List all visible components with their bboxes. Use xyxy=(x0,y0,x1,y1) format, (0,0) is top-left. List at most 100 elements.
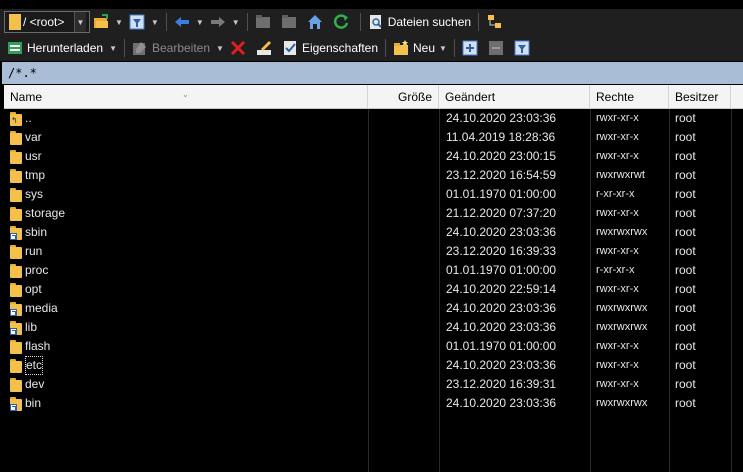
table-row[interactable]: media 24.10.2020 23:03:36 rwxrwxrwx root xyxy=(4,299,743,318)
column-owner-label: Besitzer xyxy=(675,90,719,104)
path-dropdown[interactable]: / <root> ▼ xyxy=(4,11,90,33)
open-folder-button[interactable]: ▼ xyxy=(90,11,126,33)
rights-cell: rwxr-xr-x xyxy=(596,245,639,257)
download-button[interactable]: Herunterladen ▼ xyxy=(4,37,120,59)
select-button[interactable] xyxy=(459,37,485,59)
sort-indicator-icon: ⌄ xyxy=(182,90,189,99)
column-changed[interactable]: Geändert xyxy=(439,85,590,109)
table-row[interactable]: sbin 24.10.2020 23:03:36 rwxrwxrwx root xyxy=(4,223,743,242)
modified-cell: 24.10.2020 23:03:36 xyxy=(446,358,557,372)
rights-cell: rwxr-xr-x xyxy=(596,378,639,390)
new-label: Neu xyxy=(413,41,436,55)
table-row[interactable]: run 23.12.2020 16:39:33 rwxr-xr-x root xyxy=(4,242,743,261)
rights-cell: rwxr-xr-x xyxy=(596,340,639,352)
table-row[interactable]: flash 01.01.1970 01:00:00 rwxr-xr-x root xyxy=(4,337,743,356)
name-cell: opt xyxy=(10,280,42,299)
chevron-down-icon[interactable]: ▼ xyxy=(196,18,204,27)
chevron-down-icon[interactable]: ▼ xyxy=(109,44,117,53)
modified-cell: 24.10.2020 22:59:14 xyxy=(446,282,557,296)
rights-cell: rwxr-xr-x xyxy=(596,207,639,219)
folder-icon xyxy=(8,14,21,30)
unselect-button[interactable] xyxy=(485,37,511,59)
name-cell: lib xyxy=(10,318,37,337)
tree-view-button[interactable] xyxy=(483,11,509,33)
table-row[interactable]: storage 21.12.2020 07:37:20 rwxr-xr-x root xyxy=(4,204,743,223)
table-row[interactable]: proc 01.01.1970 01:00:00 r-xr-xr-x root xyxy=(4,261,743,280)
open-folder-icon xyxy=(93,14,109,30)
name-cell: storage xyxy=(10,204,65,223)
tree-view-icon xyxy=(486,14,502,30)
file-name: dev xyxy=(25,377,45,391)
modified-cell: 01.01.1970 01:00:00 xyxy=(446,339,557,353)
toolbar-separator xyxy=(385,39,387,57)
home-button[interactable] xyxy=(304,11,330,33)
folder-icon xyxy=(10,206,22,221)
folder-icon xyxy=(10,339,22,354)
table-row[interactable]: opt 24.10.2020 22:59:14 rwxr-xr-x root xyxy=(4,280,743,299)
modified-cell: 24.10.2020 23:03:36 xyxy=(446,320,557,334)
filter-button[interactable]: ▼ xyxy=(126,11,162,33)
file-list[interactable]: Name ⌄ Größe Geändert Rechte Besitzer ↰.… xyxy=(4,85,743,472)
delete-button[interactable] xyxy=(227,37,253,59)
modified-cell: 23.12.2020 16:39:33 xyxy=(446,244,557,258)
table-row[interactable]: tmp 23.12.2020 16:54:59 rwxrwxrwt root xyxy=(4,166,743,185)
column-changed-label: Geändert xyxy=(445,90,496,104)
parent-folder-icon xyxy=(255,14,271,30)
chevron-down-icon[interactable]: ▼ xyxy=(115,18,123,27)
chevron-down-icon[interactable]: ▼ xyxy=(151,18,159,27)
table-row[interactable]: lib 24.10.2020 23:03:36 rwxrwxrwx root xyxy=(4,318,743,337)
file-name: usr xyxy=(25,149,42,163)
chevron-down-icon[interactable]: ▼ xyxy=(216,44,224,53)
owner-cell: root xyxy=(675,339,696,353)
filter-mask-bar[interactable]: /*.* xyxy=(2,62,743,84)
column-rights-label: Rechte xyxy=(596,90,635,104)
file-name: .. xyxy=(25,111,32,125)
refresh-button[interactable] xyxy=(330,11,356,33)
toolbar-separator xyxy=(246,13,248,31)
table-row[interactable]: dev 23.12.2020 16:39:31 rwxr-xr-x root xyxy=(4,375,743,394)
owner-cell: root xyxy=(675,358,696,372)
owner-cell: root xyxy=(675,377,696,391)
folder-link-icon xyxy=(10,225,22,240)
modified-cell: 24.10.2020 23:03:36 xyxy=(446,396,557,410)
modified-cell: 21.12.2020 07:37:20 xyxy=(446,206,557,220)
modified-cell: 24.10.2020 23:03:36 xyxy=(446,301,557,315)
download-icon xyxy=(7,40,23,56)
name-cell: sys xyxy=(10,185,43,204)
parent-directory-button[interactable] xyxy=(252,11,278,33)
parent-folder-icon: ↰ xyxy=(10,111,22,126)
column-owner[interactable]: Besitzer xyxy=(669,85,731,109)
find-files-label: Dateien suchen xyxy=(387,15,472,29)
minus-icon xyxy=(488,40,504,56)
new-button[interactable]: Neu ▼ xyxy=(390,37,450,59)
table-row[interactable]: bin 24.10.2020 23:03:36 rwxrwxrwx root xyxy=(4,394,743,413)
toolbar-separator xyxy=(453,39,455,57)
column-size[interactable]: Größe xyxy=(368,85,439,109)
back-button[interactable]: ▼ xyxy=(171,11,207,33)
chevron-down-icon[interactable]: ▼ xyxy=(232,18,240,27)
properties-button[interactable]: Eigenschaften xyxy=(279,37,381,59)
rights-cell: rwxr-xr-x xyxy=(596,359,639,371)
edit-button[interactable]: Bearbeiten ▼ xyxy=(129,37,227,59)
table-row[interactable]: ↰.. 24.10.2020 23:03:36 rwxr-xr-x root xyxy=(4,109,743,128)
properties-label: Eigenschaften xyxy=(301,41,379,55)
file-name: etc xyxy=(25,356,44,375)
invert-selection-button[interactable] xyxy=(511,37,537,59)
rename-button[interactable] xyxy=(253,37,279,59)
modified-cell: 23.12.2020 16:39:31 xyxy=(446,377,557,391)
forward-button[interactable]: ▼ xyxy=(207,11,243,33)
table-row[interactable]: var 11.04.2019 18:28:36 rwxr-xr-x root xyxy=(4,128,743,147)
table-row[interactable]: sys 01.01.1970 01:00:00 r-xr-xr-x root xyxy=(4,185,743,204)
column-rights[interactable]: Rechte xyxy=(590,85,669,109)
root-directory-button[interactable] xyxy=(278,11,304,33)
table-row[interactable]: usr 24.10.2020 23:00:15 rwxr-xr-x root xyxy=(4,147,743,166)
actions-toolbar: Herunterladen ▼ Bearbeiten ▼ Eigenschaft… xyxy=(0,35,743,61)
chevron-down-icon[interactable]: ▼ xyxy=(74,12,86,32)
folder-link-icon xyxy=(10,301,22,316)
find-files-button[interactable]: Dateien suchen xyxy=(365,11,474,33)
file-name: flash xyxy=(25,339,51,353)
chevron-down-icon[interactable]: ▼ xyxy=(439,44,447,53)
table-row[interactable]: etc 24.10.2020 23:03:36 rwxr-xr-x root xyxy=(4,356,743,375)
arrow-right-icon xyxy=(210,14,226,30)
column-name[interactable]: Name ⌄ xyxy=(4,85,368,109)
